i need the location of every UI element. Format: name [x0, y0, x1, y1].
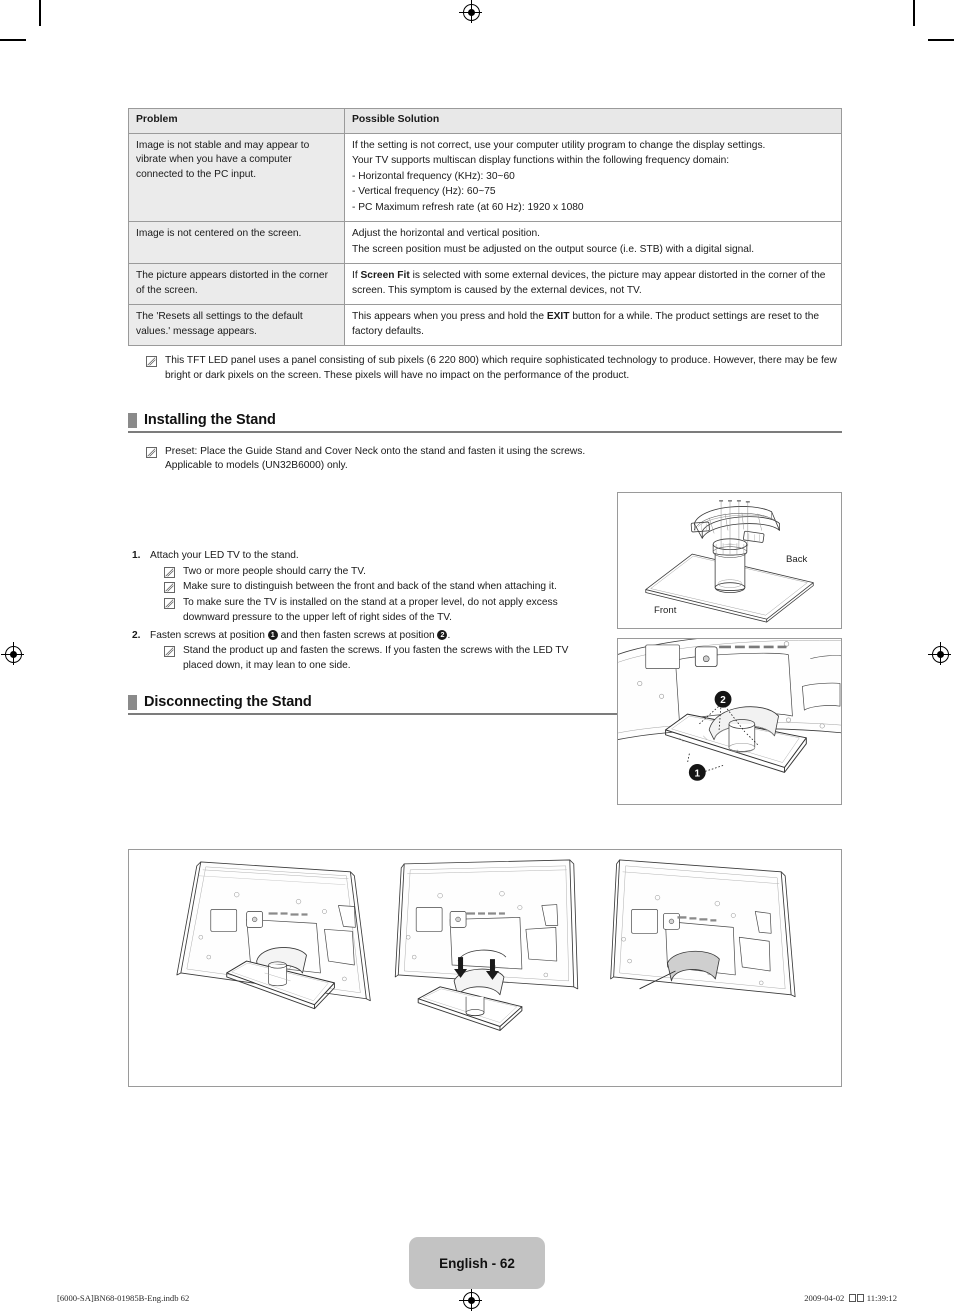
step-notes: Stand the product up and fasten the scre… — [164, 644, 598, 674]
preset-note: Preset: Place the Guide Stand and Cover … — [128, 445, 598, 475]
figure-disconnecting-sequence — [128, 849, 842, 1087]
table-row: The 'Resets all settings to the default … — [128, 304, 842, 347]
figure-label-back: Back — [786, 554, 808, 565]
callout-2-label: 2 — [720, 695, 726, 706]
note-icon — [164, 645, 175, 657]
solution-line: Adjust the horizontal and vertical posit… — [352, 228, 541, 240]
solution-text-pre: This appears when you press and hold the — [352, 311, 547, 323]
list-item: Two or more people should carry the TV. — [164, 565, 598, 580]
circled-number-2: 2 — [437, 629, 448, 640]
callout-1-label: 1 — [695, 768, 701, 779]
footer-date: 2009-04-02 — [804, 1293, 845, 1303]
step-text-mid: and then fasten screws at position — [277, 629, 438, 641]
installing-steps: 1. Attach your LED TV to the stand. Two … — [128, 548, 598, 673]
solution-line: - Vertical frequency (Hz): 60~75 — [352, 186, 496, 198]
step-text: Fasten screws at position 1 and then fas… — [150, 629, 451, 641]
note-text: Two or more people should carry the TV. — [183, 565, 366, 577]
section-title: Installing the Stand — [144, 411, 276, 428]
table-row: The picture appears distorted in the cor… — [128, 263, 842, 306]
panel-stand-separated — [394, 859, 579, 1031]
figure-stand-assembly: Back Front — [617, 492, 842, 629]
solution-line: If the setting is not correct, use your … — [352, 139, 766, 151]
troubleshooting-table: Problem Possible Solution Image is not s… — [128, 108, 842, 347]
table-row: Image is not stable and may appear to vi… — [128, 132, 842, 223]
cell-problem: The picture appears distorted in the cor… — [128, 263, 345, 306]
table-header-row: Problem Possible Solution — [128, 108, 842, 134]
step-number: 2. — [132, 629, 141, 641]
solution-line: - PC Maximum refresh rate (at 60 Hz): 19… — [352, 201, 584, 213]
list-item: 2. Fasten screws at position 1 and then … — [128, 628, 598, 674]
missing-glyph-1 — [849, 1294, 857, 1302]
solution-line: The screen position must be adjusted on … — [352, 243, 755, 255]
page-number-badge: English - 62 — [409, 1237, 545, 1289]
solution-line: Your TV supports multiscan display funct… — [352, 155, 730, 167]
column-header-problem: Problem — [128, 108, 345, 134]
step-text-pre: Fasten screws at position — [150, 629, 268, 641]
section-installing-the-stand: Installing the Stand — [128, 412, 842, 433]
circled-number-1: 1 — [267, 629, 278, 640]
note-icon — [164, 582, 175, 594]
cell-solution: This appears when you press and hold the… — [344, 304, 842, 347]
solution-line: This appears when you press and hold the… — [352, 310, 834, 339]
note-icon — [164, 566, 175, 578]
step-text-post: . — [447, 629, 451, 641]
solution-text-pre: If — [352, 270, 361, 282]
disconnecting-drawing — [176, 859, 796, 1031]
solution-text-bold: EXIT — [546, 311, 570, 323]
list-item: To make sure the TV is installed on the … — [164, 596, 598, 626]
cell-problem: The 'Resets all settings to the default … — [128, 304, 345, 347]
figure-attach-tv-to-stand: 2 1 — [617, 638, 842, 805]
step-notes: Two or more people should carry the TV. … — [164, 565, 598, 626]
cell-solution: Adjust the horizontal and vertical posit… — [344, 221, 842, 265]
page-number-label: English - 62 — [439, 1255, 515, 1271]
note-text: To make sure the TV is installed on the … — [183, 597, 558, 623]
list-item: Stand the product up and fasten the scre… — [164, 644, 598, 674]
step-number: 1. — [132, 550, 141, 562]
manual-page: Problem Possible Solution Image is not s… — [0, 0, 954, 1315]
panel-note-text: This TFT LED panel uses a panel consisti… — [165, 355, 837, 381]
footer-timestamp: 2009-04-02 11:39:12 — [804, 1293, 897, 1303]
cell-solution: If the setting is not correct, use your … — [344, 132, 842, 223]
column-header-solution: Possible Solution — [344, 108, 842, 134]
cell-problem: Image is not centered on the screen. — [128, 221, 345, 265]
table-row: Image is not centered on the screen. Adj… — [128, 221, 842, 265]
solution-text-bold: Screen Fit — [360, 270, 410, 282]
note-text: Stand the product up and fasten the scre… — [183, 644, 569, 671]
panel-cover-installed — [610, 859, 796, 998]
solution-line: - Horizontal frequency (KHz): 30~60 — [352, 170, 515, 182]
footer-time: 11:39:12 — [866, 1293, 897, 1303]
note-icon — [164, 598, 175, 610]
note-icon — [146, 446, 157, 458]
panel-note: This TFT LED panel uses a panel consisti… — [128, 354, 842, 384]
solution-text-post: is selected with some external devices, … — [352, 270, 826, 296]
figure-label-front: Front — [654, 605, 677, 616]
note-text: Make sure to distinguish between the fro… — [183, 581, 557, 593]
step-text: Attach your LED TV to the stand. — [150, 550, 299, 562]
note-icon — [146, 356, 157, 368]
preset-note-text: Preset: Place the Guide Stand and Cover … — [165, 445, 586, 472]
solution-line: If Screen Fit is selected with some exte… — [352, 269, 834, 298]
list-item: 1. Attach your LED TV to the stand. Two … — [128, 548, 598, 625]
footer-file-reference: [6000-SA]BN68-01985B-Eng.indb 62 — [57, 1293, 190, 1303]
list-item: Make sure to distinguish between the fro… — [164, 580, 598, 595]
missing-glyph-2 — [857, 1294, 865, 1302]
cell-solution: If Screen Fit is selected with some exte… — [344, 263, 842, 306]
panel-tv-on-stand — [176, 861, 371, 1010]
attach-tv-drawing: 2 1 — [618, 639, 841, 781]
stand-assembly-drawing — [645, 500, 814, 623]
cell-problem: Image is not stable and may appear to vi… — [128, 132, 345, 223]
